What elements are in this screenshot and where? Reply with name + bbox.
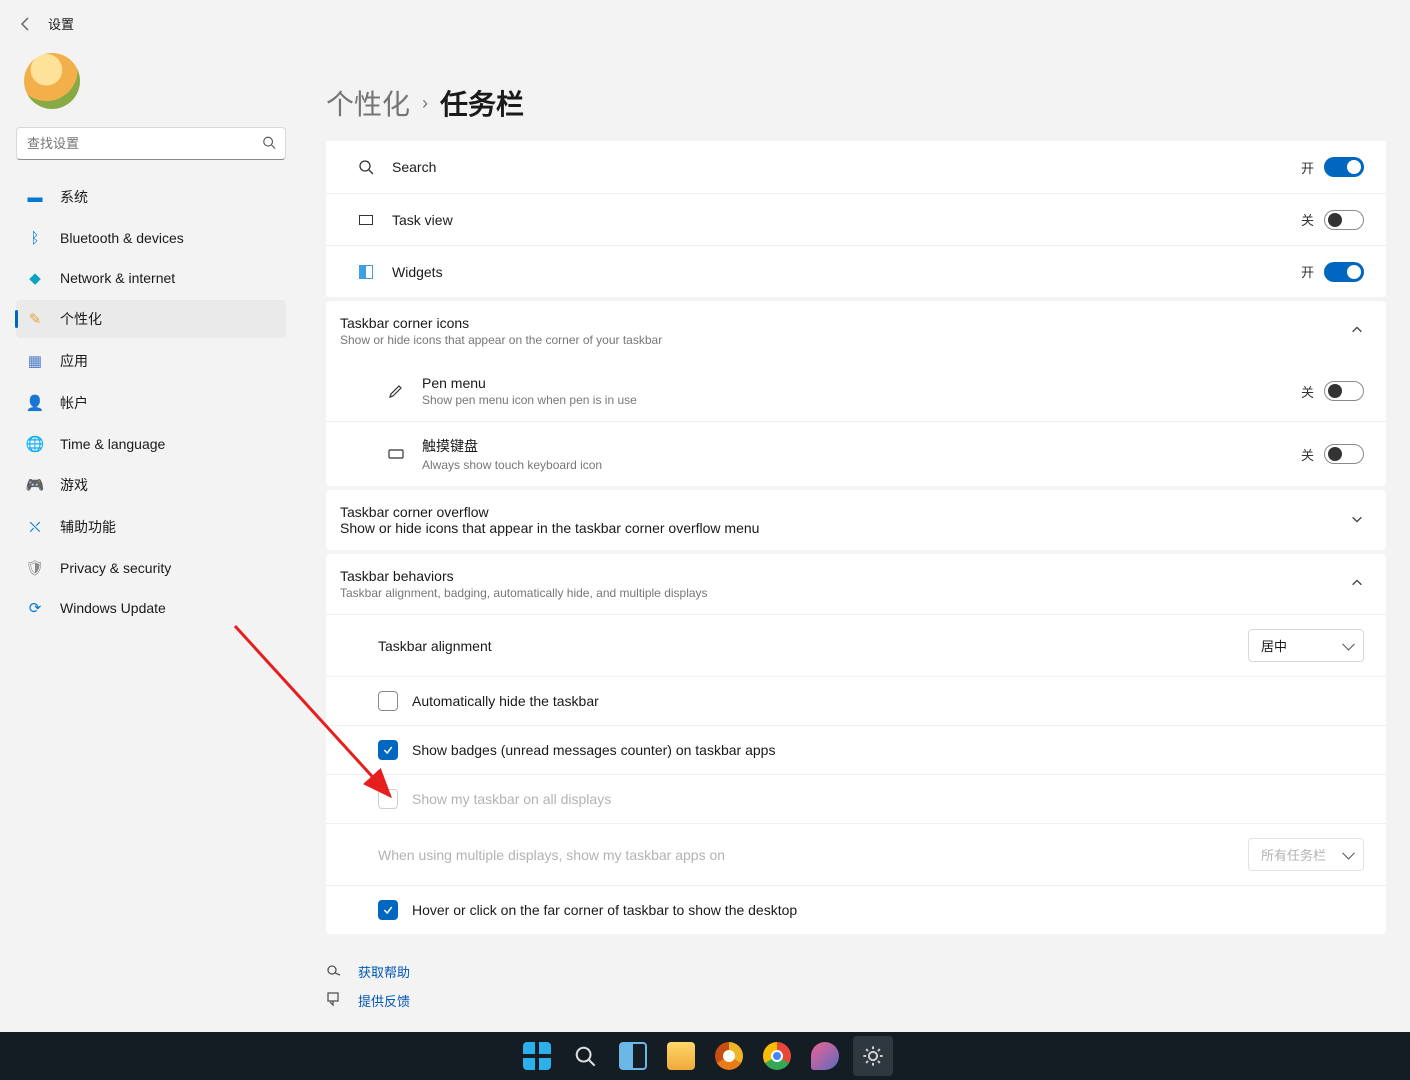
setting-multi-display-apps: When using multiple displays, show my ta… — [326, 823, 1386, 885]
apps-icon: ▦ — [26, 352, 44, 370]
chevron-up-icon — [1350, 576, 1364, 593]
toggle-pen-menu[interactable] — [1324, 381, 1364, 401]
taskbar — [0, 1032, 1410, 1080]
taskbar-paint[interactable] — [805, 1036, 845, 1076]
toggle-search[interactable] — [1324, 157, 1364, 177]
pen-icon — [378, 383, 414, 399]
sidebar-item-windows-update[interactable]: ⟳ Windows Update — [16, 590, 286, 626]
wifi-icon: ◆ — [26, 269, 44, 287]
breadcrumb: 个性化 › 任务栏 — [326, 83, 1386, 123]
chevron-down-icon — [1350, 512, 1364, 529]
setting-show-all-displays: Show my taskbar on all displays — [326, 774, 1386, 823]
search-icon — [348, 159, 384, 175]
back-arrow-icon — [18, 16, 34, 32]
gear-icon — [862, 1045, 884, 1067]
search-input[interactable] — [16, 127, 286, 160]
taskbar-task-view[interactable] — [613, 1036, 653, 1076]
taskbar-settings[interactable] — [853, 1036, 893, 1076]
globe-icon: 🌐 — [26, 435, 44, 453]
group-corner-icons[interactable]: Taskbar corner icons Show or hide icons … — [326, 301, 1386, 361]
sidebar-item-network[interactable]: ◆ Network & internet — [16, 260, 286, 296]
back-button[interactable] — [18, 16, 34, 32]
toggle-touch-keyboard[interactable] — [1324, 444, 1364, 464]
keyboard-icon — [378, 446, 414, 462]
setting-search: Search 开 — [326, 141, 1386, 193]
feedback-icon — [326, 991, 342, 1010]
app-title: 设置 — [48, 14, 74, 33]
search-icon — [574, 1045, 596, 1067]
sidebar-item-bluetooth[interactable]: ᛒ Bluetooth & devices — [16, 220, 286, 256]
taskbar-search[interactable] — [565, 1036, 605, 1076]
breadcrumb-current: 任务栏 — [440, 83, 524, 123]
taskbar-chrome[interactable] — [757, 1036, 797, 1076]
select-multi-display: 所有任务栏 — [1248, 838, 1364, 871]
taskbar-chrome-canary[interactable] — [709, 1036, 749, 1076]
sidebar-item-gaming[interactable]: 🎮 游戏 — [16, 466, 286, 504]
taskbar-start[interactable] — [517, 1036, 557, 1076]
setting-auto-hide[interactable]: Automatically hide the taskbar — [326, 676, 1386, 725]
group-behaviors[interactable]: Taskbar behaviors Taskbar alignment, bad… — [326, 554, 1386, 614]
chevron-up-icon — [1350, 323, 1364, 340]
bluetooth-icon: ᛒ — [26, 229, 44, 247]
sidebar-item-accounts[interactable]: 👤 帐户 — [16, 384, 286, 422]
toggle-widgets[interactable] — [1324, 262, 1364, 282]
sidebar-item-personalization[interactable]: ✎ 个性化 — [16, 300, 286, 338]
accessibility-icon: ⛌ — [26, 518, 44, 536]
sidebar-item-system[interactable]: ▬ 系统 — [16, 178, 286, 216]
checkbox-show-all-displays — [378, 789, 398, 809]
setting-pen-menu: Pen menu Show pen menu icon when pen is … — [326, 361, 1386, 421]
select-taskbar-alignment[interactable]: 居中 — [1248, 629, 1364, 662]
setting-taskbar-alignment: Taskbar alignment 居中 — [326, 614, 1386, 676]
sidebar-item-privacy[interactable]: 🛡 Privacy & security — [16, 550, 286, 586]
setting-task-view: Task view 关 — [326, 193, 1386, 245]
avatar[interactable] — [24, 53, 80, 109]
toggle-task-view[interactable] — [1324, 210, 1364, 230]
link-feedback[interactable]: 提供反馈 — [326, 991, 1386, 1010]
sidebar-item-apps[interactable]: ▦ 应用 — [16, 342, 286, 380]
personalization-icon: ✎ — [26, 310, 44, 328]
taskbar-explorer[interactable] — [661, 1036, 701, 1076]
setting-touch-keyboard: 触摸键盘 Always show touch keyboard icon 关 — [326, 421, 1386, 486]
setting-show-badges[interactable]: Show badges (unread messages counter) on… — [326, 725, 1386, 774]
link-get-help[interactable]: 获取帮助 — [326, 962, 1386, 981]
shield-icon: 🛡 — [26, 559, 44, 577]
sidebar-item-time-language[interactable]: 🌐 Time & language — [16, 426, 286, 462]
help-icon — [326, 962, 342, 981]
task-view-icon — [348, 215, 384, 225]
search-icon — [262, 135, 276, 152]
breadcrumb-parent[interactable]: 个性化 — [326, 83, 410, 123]
sidebar-item-accessibility[interactable]: ⛌ 辅助功能 — [16, 508, 286, 546]
checkbox-hover-show-desktop[interactable] — [378, 900, 398, 920]
setting-widgets: Widgets 开 — [326, 245, 1386, 297]
chevron-right-icon: › — [422, 93, 428, 114]
widgets-icon — [348, 265, 384, 279]
group-corner-overflow[interactable]: Taskbar corner overflow Show or hide ico… — [326, 490, 1386, 550]
checkbox-auto-hide[interactable] — [378, 691, 398, 711]
system-icon: ▬ — [26, 188, 44, 206]
update-icon: ⟳ — [26, 599, 44, 617]
accounts-icon: 👤 — [26, 394, 44, 412]
gaming-icon: 🎮 — [26, 476, 44, 494]
setting-hover-show-desktop[interactable]: Hover or click on the far corner of task… — [326, 885, 1386, 934]
checkbox-show-badges[interactable] — [378, 740, 398, 760]
